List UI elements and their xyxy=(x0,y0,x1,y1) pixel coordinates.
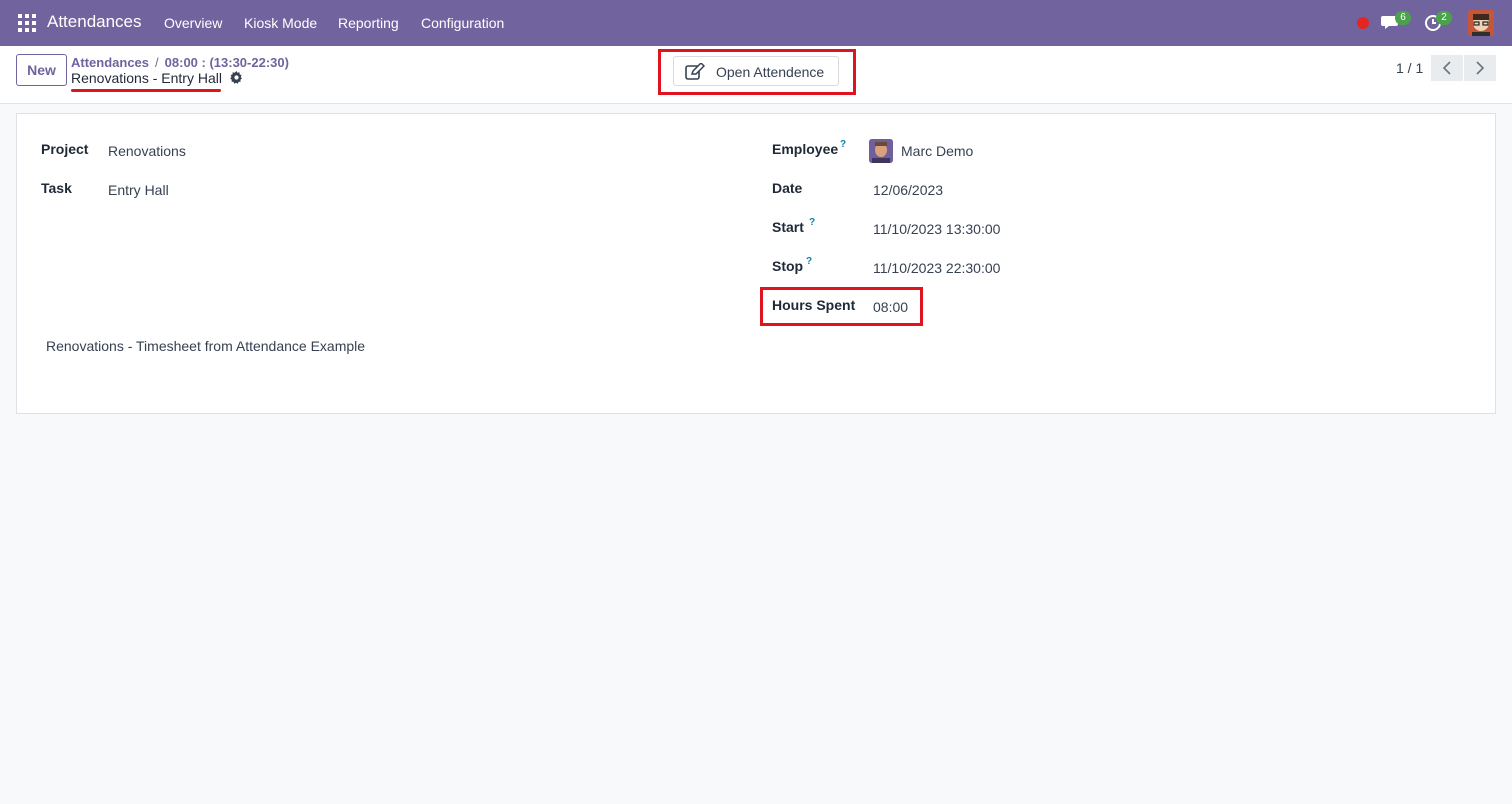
menu-configuration[interactable]: Configuration xyxy=(421,15,504,31)
employee-label: Employee xyxy=(772,141,839,157)
menu-kiosk-mode[interactable]: Kiosk Mode xyxy=(244,15,317,31)
chevron-right-icon xyxy=(1476,61,1485,75)
task-label: Task xyxy=(41,180,72,196)
start-help-icon[interactable]: ? xyxy=(809,217,815,228)
menu-overview[interactable]: Overview xyxy=(164,15,222,31)
app-name[interactable]: Attendances xyxy=(47,12,142,32)
apps-grid-icon[interactable] xyxy=(18,14,36,32)
stop-label: Stop xyxy=(772,258,804,274)
date-field[interactable]: 12/06/2023 xyxy=(873,182,943,198)
annotation-underline xyxy=(71,89,221,92)
pager-next-button[interactable] xyxy=(1464,55,1496,81)
stop-field[interactable]: 11/10/2023 22:30:00 xyxy=(873,260,1000,276)
employee-field[interactable]: Marc Demo xyxy=(901,143,973,159)
status-dot-icon[interactable] xyxy=(1357,17,1369,29)
task-field[interactable]: Entry Hall xyxy=(108,182,169,198)
employee-avatar xyxy=(869,139,893,163)
form-sheet: Project Renovations Task Entry Hall Empl… xyxy=(16,113,1496,414)
pager-value[interactable]: 1 / 1 xyxy=(1396,60,1423,76)
project-field[interactable]: Renovations xyxy=(108,143,186,159)
record-title: Renovations - Entry Hall xyxy=(71,70,222,86)
breadcrumb-attendance-link[interactable]: 08:00 : (13:30-22:30) xyxy=(165,55,289,70)
start-label: Start xyxy=(772,219,804,235)
chevron-left-icon xyxy=(1442,61,1451,75)
annotation-box-open-button xyxy=(658,49,856,95)
annotation-box-hours-spent xyxy=(760,287,923,326)
description-text: Renovations - Timesheet from Attendance … xyxy=(46,338,366,354)
employee-help-icon[interactable]: ? xyxy=(840,139,846,150)
new-button[interactable]: New xyxy=(16,54,67,86)
gear-icon[interactable] xyxy=(230,71,243,87)
pager-previous-button[interactable] xyxy=(1431,55,1463,81)
chat-count-badge: 6 xyxy=(1395,11,1411,25)
menu-reporting[interactable]: Reporting xyxy=(338,15,399,31)
breadcrumb: Attendances / 08:00 : (13:30-22:30) xyxy=(71,55,289,70)
stop-help-icon[interactable]: ? xyxy=(806,256,812,267)
control-panel: New Attendances / 08:00 : (13:30-22:30) Re… xyxy=(0,46,1512,104)
top-navbar: Attendances Overview Kiosk Mode Reportin… xyxy=(0,0,1512,46)
start-field[interactable]: 11/10/2023 13:30:00 xyxy=(873,221,1000,237)
activity-count-badge: 2 xyxy=(1436,11,1452,25)
breadcrumb-attendances-link[interactable]: Attendances xyxy=(71,55,149,70)
project-label: Project xyxy=(41,141,89,157)
breadcrumb-separator: / xyxy=(155,55,159,70)
user-avatar[interactable] xyxy=(1468,10,1494,36)
date-label: Date xyxy=(772,180,803,196)
